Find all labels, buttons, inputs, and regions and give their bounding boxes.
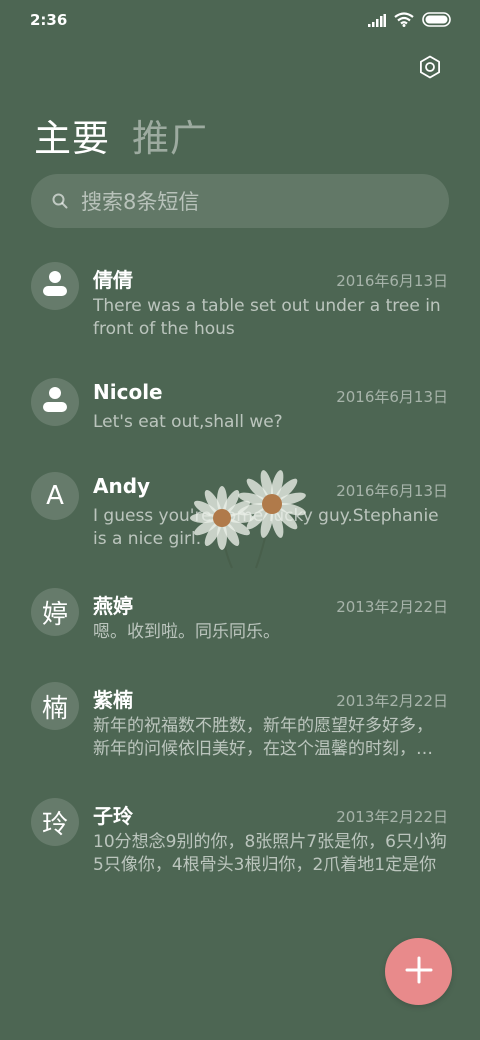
message-preview: 嗯。收到啦。同乐同乐。 xyxy=(93,622,280,642)
gear-icon xyxy=(418,55,442,83)
search-bar[interactable]: 搜索8条短信 xyxy=(31,174,449,228)
message-preview: 10分想念9别的你，8张照片7张是你，6只小狗5只像你，4根骨头3根归你，2爪着… xyxy=(93,832,447,875)
message-preview: There was a table set out under a tree i… xyxy=(93,296,441,339)
person-icon xyxy=(42,269,68,304)
avatar: 玲 xyxy=(31,798,79,846)
message-row[interactable]: Nicole 2016年6月13日 Let's eat out,shall we… xyxy=(0,366,480,460)
contact-name: Andy xyxy=(93,474,151,498)
status-time: 2:36 xyxy=(30,11,68,29)
contact-name: 燕婷 xyxy=(93,594,133,618)
message-preview: 新年的祝福数不胜数，新年的愿望好多好多，新年的问候依旧美好，在这个温馨的时刻，送… xyxy=(93,716,433,759)
tab-promotions[interactable]: 推广 xyxy=(132,108,208,162)
avatar xyxy=(31,262,79,310)
avatar xyxy=(31,378,79,426)
battery-icon xyxy=(422,12,452,31)
contact-name: 紫楠 xyxy=(93,688,133,712)
message-row[interactable]: 楠 紫楠 2013年2月22日 新年的祝福数不胜数，新年的愿望好多好多，新年的问… xyxy=(0,670,480,786)
new-message-button[interactable] xyxy=(385,938,452,1005)
message-date: 2016年6月13日 xyxy=(336,272,448,290)
message-row[interactable]: 婷 燕婷 2013年2月22日 嗯。收到啦。同乐同乐。 xyxy=(0,576,480,670)
message-list: 倩倩 2016年6月13日 There was a table set out … xyxy=(0,250,480,902)
plus-icon xyxy=(405,956,433,988)
contact-name: 倩倩 xyxy=(93,268,133,292)
tab-primary[interactable]: 主要 xyxy=(34,108,110,162)
message-row[interactable]: 玲 子玲 2013年2月22日 10分想念9别的你，8张照片7张是你，6只小狗5… xyxy=(0,786,480,902)
tab-bar: 主要 推广 xyxy=(34,108,208,162)
avatar: 楠 xyxy=(31,682,79,730)
status-icons xyxy=(368,12,452,31)
signal-icon xyxy=(368,12,386,31)
search-placeholder: 搜索8条短信 xyxy=(81,190,200,214)
settings-button[interactable] xyxy=(414,53,446,85)
wifi-icon xyxy=(394,12,414,31)
person-icon xyxy=(42,385,68,420)
status-bar: 2:36 xyxy=(0,0,480,40)
message-date: 2016年6月13日 xyxy=(336,388,448,406)
message-date: 2013年2月22日 xyxy=(336,808,448,826)
message-row[interactable]: A Andy 2016年6月13日 I guess you're some lu… xyxy=(0,460,480,576)
message-preview: I guess you're some lucky guy.Stephanie … xyxy=(93,506,439,549)
message-date: 2013年2月22日 xyxy=(336,692,448,710)
avatar: A xyxy=(31,472,79,520)
contact-name: Nicole xyxy=(93,380,163,404)
message-preview: Let's eat out,shall we? xyxy=(93,412,283,432)
message-row[interactable]: 倩倩 2016年6月13日 There was a table set out … xyxy=(0,250,480,366)
contact-name: 子玲 xyxy=(93,804,133,828)
message-date: 2016年6月13日 xyxy=(336,482,448,500)
message-date: 2013年2月22日 xyxy=(336,598,448,616)
avatar: 婷 xyxy=(31,588,79,636)
search-icon xyxy=(51,192,69,210)
